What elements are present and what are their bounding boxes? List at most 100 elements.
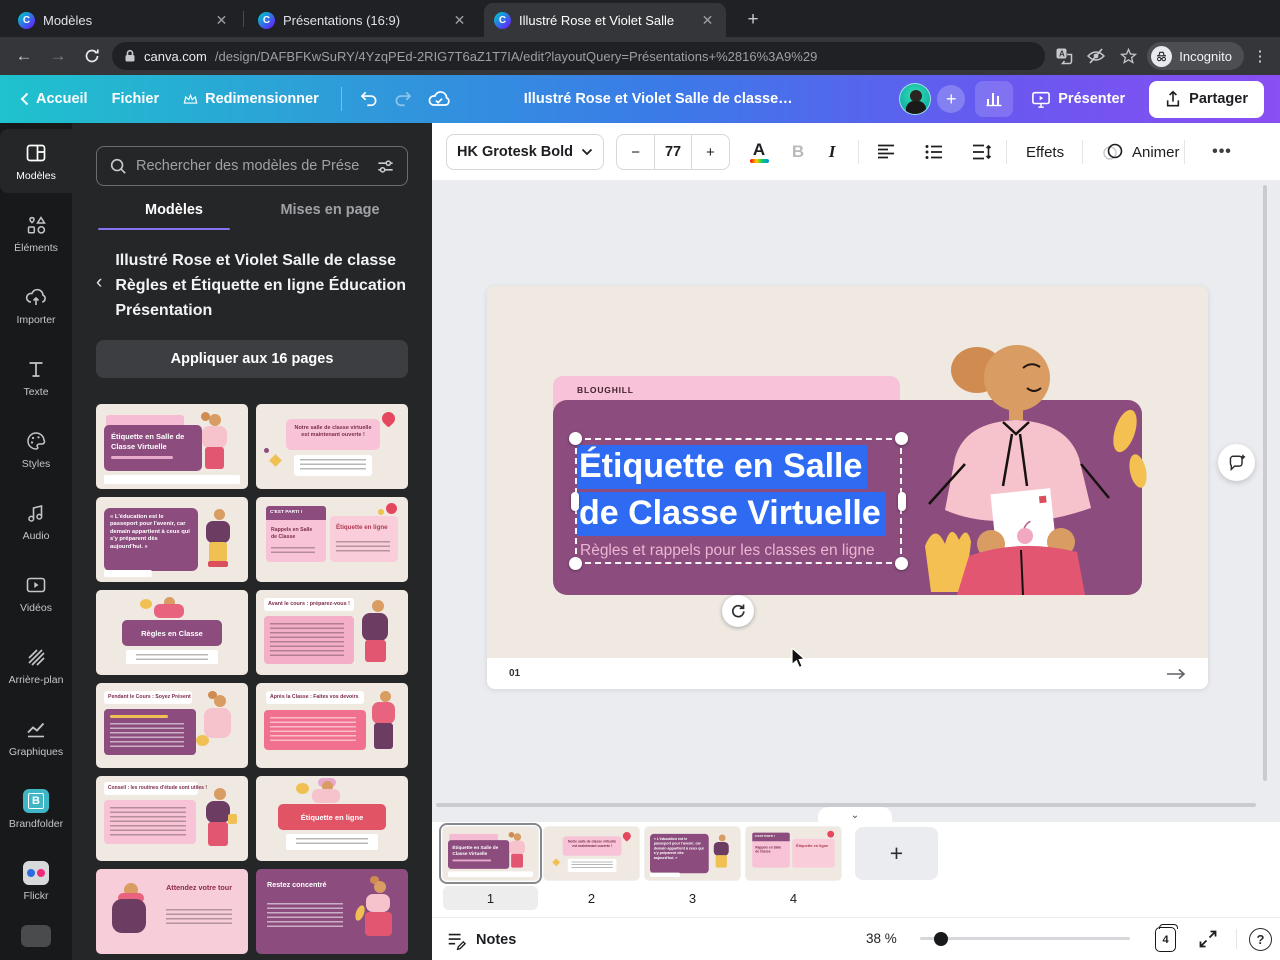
template-thumbnail-2[interactable]: Notre salle de classe virtuelle est main…	[256, 404, 408, 489]
template-thumbnail-10[interactable]: Étiquette en ligne	[256, 776, 408, 861]
tab-close-icon[interactable]: ✕	[451, 12, 468, 29]
rail-item-styles[interactable]: Styles	[0, 417, 72, 481]
selection-handle-top-left[interactable]	[569, 432, 582, 445]
redo-button[interactable]	[386, 81, 420, 117]
design-canvas[interactable]: BLOUGHILL Étiquette en Salle de Classe V…	[432, 181, 1280, 822]
present-button[interactable]: Présenter	[1019, 81, 1137, 117]
apply-all-pages-button[interactable]: Appliquer aux 16 pages	[96, 340, 408, 378]
selection-handle-right[interactable]	[898, 492, 906, 511]
template-thumbnail-9[interactable]: Conseil : les routines d'étude sont util…	[96, 776, 248, 861]
back-chevron-icon[interactable]: ‹	[96, 272, 102, 323]
filmstrip-collapse-notch[interactable]: ⌄	[818, 807, 892, 823]
add-page-button[interactable]: +	[855, 827, 938, 880]
bookmark-star-icon[interactable]	[1115, 43, 1141, 69]
add-member-button[interactable]: +	[937, 85, 966, 113]
rail-item-templates[interactable]: Modèles	[0, 129, 72, 193]
line-spacing-button[interactable]	[966, 136, 998, 168]
template-thumbnail-12[interactable]: Restez concentré	[256, 869, 408, 954]
search-input[interactable]	[136, 158, 367, 174]
template-thumbnail-5[interactable]: Règles en Classe	[96, 590, 248, 675]
template-thumbnail-11[interactable]: Attendez votre tour	[96, 869, 248, 954]
user-avatar[interactable]	[899, 83, 932, 115]
page-thumb-3[interactable]: « L'éducation est le passeport pour l'av…	[645, 827, 740, 880]
rail-item-charts[interactable]: Graphiques	[0, 705, 72, 769]
template-thumbnail-3[interactable]: « L'éducation est le passeport pour l'av…	[96, 497, 248, 582]
rotate-handle[interactable]	[722, 595, 754, 627]
bold-button[interactable]: B	[782, 136, 814, 168]
selection-handle-bottom-left[interactable]	[569, 557, 582, 570]
filter-sliders-icon[interactable]	[376, 157, 395, 176]
rail-item-upload[interactable]: Importer	[0, 273, 72, 337]
rail-item-elements[interactable]: Éléments	[0, 201, 72, 265]
browser-tab-modeles[interactable]: C Modèles ✕	[8, 3, 240, 37]
template-thumbnail-7[interactable]: Pendant le Cours : Soyez Présent	[96, 683, 248, 768]
page-number-3[interactable]: 3	[645, 886, 740, 910]
zoom-slider-track[interactable]	[920, 937, 1130, 940]
more-options-button[interactable]: •••	[1200, 134, 1244, 170]
help-button[interactable]: ?	[1249, 928, 1272, 951]
tab-layouts[interactable]: Mises en page	[252, 202, 408, 230]
zoom-slider-knob[interactable]	[934, 931, 948, 946]
translate-icon[interactable]: A	[1051, 43, 1077, 69]
file-menu-button[interactable]: Fichier	[100, 81, 172, 117]
align-button[interactable]	[870, 136, 902, 168]
rail-item-brandfolder[interactable]: B Brandfolder	[0, 777, 72, 841]
slide-character-illustration[interactable]	[895, 336, 1155, 595]
forward-button[interactable]: →	[44, 42, 72, 70]
eye-off-icon[interactable]	[1083, 43, 1109, 69]
page-number-2[interactable]: 2	[544, 886, 639, 910]
document-title[interactable]: Illustré Rose et Violet Salle de classe …	[524, 91, 794, 107]
back-button[interactable]: ←	[10, 42, 38, 70]
page-thumb-4[interactable]: C'EST PARTI ! Rappels en Salle de Classe…	[746, 827, 841, 880]
page-grid-button[interactable]: 4	[1155, 924, 1178, 952]
browser-menu-icon[interactable]: ⋮	[1250, 47, 1270, 65]
browser-tab-active[interactable]: C Illustré Rose et Violet Salle ✕	[484, 3, 726, 37]
rail-item-text[interactable]: Texte	[0, 345, 72, 409]
browser-tab-presentations[interactable]: C Présentations (16:9) ✕	[248, 3, 478, 37]
home-button[interactable]: Accueil	[16, 81, 100, 117]
tab-close-icon[interactable]: ✕	[699, 12, 716, 29]
slide-title-text[interactable]: Étiquette en Salle de Classe Virtuelle	[577, 443, 911, 537]
font-family-select[interactable]: HK Grotesk Bold	[446, 134, 604, 170]
selection-handle-top-right[interactable]	[895, 432, 908, 445]
rail-item-more-app-icon[interactable]	[21, 925, 51, 947]
page-number-1[interactable]: 1	[443, 886, 538, 910]
selection-handle-bottom-right[interactable]	[895, 557, 908, 570]
rail-item-flickr[interactable]: Flickr	[0, 849, 72, 913]
vertical-scrollbar[interactable]	[1263, 185, 1267, 781]
insights-button[interactable]	[975, 81, 1014, 117]
rail-item-audio[interactable]: Audio	[0, 489, 72, 553]
add-comment-button[interactable]	[1218, 444, 1255, 481]
resize-button[interactable]: Redimensionner	[171, 81, 331, 117]
search-box[interactable]	[96, 146, 408, 186]
effects-button[interactable]: Effets	[1016, 134, 1074, 170]
italic-button[interactable]: I	[816, 136, 848, 168]
notes-button[interactable]: Notes	[446, 926, 516, 954]
share-button[interactable]: Partager	[1149, 80, 1264, 118]
text-color-button[interactable]: A	[742, 136, 776, 168]
url-address-field[interactable]: canva.com /design/DAFBFKwSuRY/4YzqPEd-2R…	[112, 42, 1046, 70]
bullet-list-button[interactable]	[918, 136, 950, 168]
slide-subtitle-text[interactable]: Règles et rappels pour les classes en li…	[580, 542, 875, 560]
tab-templates[interactable]: Modèles	[96, 202, 252, 230]
animate-button[interactable]: Animer	[1094, 134, 1188, 170]
page-thumb-2[interactable]: Notre salle de classe virtuelle est main…	[544, 827, 639, 880]
selection-handle-left[interactable]	[571, 492, 579, 511]
font-size-decrease[interactable]: −	[617, 135, 654, 169]
new-tab-button[interactable]: +	[740, 7, 766, 33]
page-number-4[interactable]: 4	[746, 886, 841, 910]
template-thumbnail-4[interactable]: C'EST PARTI ! Rappels en Salle de Classe…	[256, 497, 408, 582]
template-thumbnail-8[interactable]: Après la Classe : Faites vos devoirs	[256, 683, 408, 768]
tab-close-icon[interactable]: ✕	[213, 12, 230, 29]
font-size-increase[interactable]: +	[692, 135, 729, 169]
slide-page-1[interactable]: BLOUGHILL Étiquette en Salle de Classe V…	[487, 286, 1208, 689]
rail-item-background[interactable]: Arrière-plan	[0, 633, 72, 697]
font-size-value[interactable]: 77	[654, 135, 692, 169]
undo-button[interactable]	[352, 81, 386, 117]
page-thumb-1[interactable]: Étiquette en Salle de Classe Virtuelle	[439, 823, 542, 884]
template-thumbnail-1[interactable]: Étiquette en Salle de Classe Virtuelle	[96, 404, 248, 489]
template-thumbnail-6[interactable]: Avant le cours : préparez-vous !	[256, 590, 408, 675]
reload-button[interactable]	[78, 42, 106, 70]
fullscreen-button[interactable]	[1197, 928, 1219, 950]
rail-item-videos[interactable]: Vidéos	[0, 561, 72, 625]
